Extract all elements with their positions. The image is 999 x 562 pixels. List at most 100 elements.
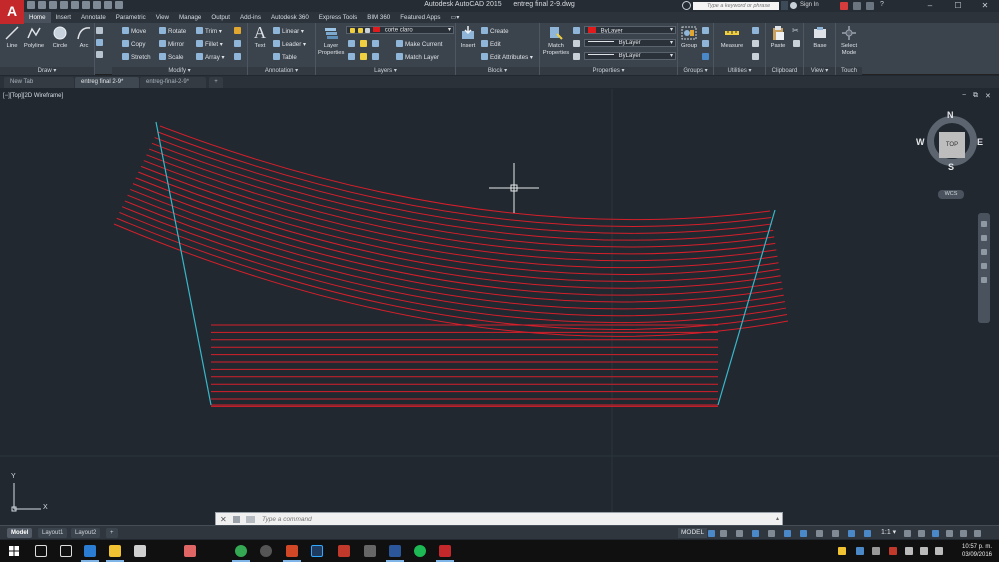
layer-tool-icon-3[interactable] bbox=[372, 40, 379, 47]
annotation-monitor-icon[interactable] bbox=[848, 530, 855, 537]
layer-tool-icon-1[interactable] bbox=[348, 40, 355, 47]
stay-connected-icon[interactable] bbox=[866, 2, 874, 10]
group-selection-icon[interactable] bbox=[702, 53, 709, 60]
layer-tool-icon-2[interactable] bbox=[360, 40, 367, 47]
help-icon[interactable]: ? bbox=[880, 1, 884, 8]
offset-icon[interactable] bbox=[234, 53, 241, 60]
tab-output[interactable]: Output bbox=[206, 12, 235, 23]
touch-panel-label[interactable]: Touch bbox=[836, 67, 862, 75]
network-icon[interactable] bbox=[920, 547, 928, 555]
media-player-icon[interactable] bbox=[260, 545, 272, 557]
word-icon[interactable] bbox=[386, 545, 404, 562]
match-layer-button[interactable]: Match Layer bbox=[396, 53, 439, 62]
edge-icon[interactable] bbox=[81, 545, 99, 562]
properties-panel-label[interactable]: Properties ▾ bbox=[540, 67, 677, 75]
modify-panel-label[interactable]: Modify ▾ bbox=[112, 67, 247, 75]
group-button[interactable]: Group bbox=[679, 25, 699, 50]
task-view-icon[interactable] bbox=[35, 545, 47, 557]
search-button-icon[interactable] bbox=[781, 1, 788, 10]
isodraft-icon[interactable] bbox=[768, 530, 775, 537]
customization-menu-icon[interactable] bbox=[974, 530, 981, 537]
workspace-gear-icon[interactable] bbox=[904, 530, 911, 537]
recent-commands-button[interactable] bbox=[246, 516, 255, 523]
file-tab-entreg-final-2[interactable]: entreg-final-2-9* bbox=[140, 77, 206, 88]
tab-featured-apps[interactable]: Featured Apps bbox=[395, 12, 445, 23]
tab-parametric[interactable]: Parametric bbox=[111, 12, 151, 23]
block-panel-label[interactable]: Block ▾ bbox=[456, 67, 539, 75]
compass-east[interactable]: E bbox=[977, 137, 983, 147]
copy-button[interactable]: Copy bbox=[122, 40, 145, 49]
fillet-button[interactable]: Fillet ▾ bbox=[196, 40, 223, 49]
grid-icon[interactable] bbox=[708, 530, 715, 537]
compass-south[interactable]: S bbox=[948, 162, 954, 172]
tab-autodesk-360[interactable]: Autodesk 360 bbox=[266, 12, 314, 23]
layout-tab-layout1[interactable]: Layout1 bbox=[38, 528, 68, 538]
copy-clip-icon[interactable] bbox=[793, 40, 800, 47]
tab-express-tools[interactable]: Express Tools bbox=[314, 12, 362, 23]
clipboard-panel-label[interactable]: Clipboard bbox=[766, 67, 803, 75]
photoshop-icon[interactable] bbox=[311, 545, 323, 557]
object-snap-icon[interactable] bbox=[800, 530, 807, 537]
tray-icon-gray[interactable] bbox=[872, 547, 880, 555]
windows-start-icon[interactable] bbox=[9, 546, 19, 556]
tab-home[interactable]: Home bbox=[24, 12, 51, 23]
steering-wheel-icon[interactable] bbox=[981, 221, 987, 227]
layers-panel-label[interactable]: Layers ▾ bbox=[316, 67, 455, 75]
polyline-button[interactable]: Polyline bbox=[22, 25, 46, 50]
wcs-menu[interactable]: WCS bbox=[938, 190, 964, 199]
sign-in-button[interactable]: Sign In bbox=[800, 2, 819, 8]
edit-block-button[interactable]: Edit bbox=[481, 40, 501, 49]
group-edit-icon[interactable] bbox=[702, 40, 709, 47]
base-view-button[interactable]: Base bbox=[808, 25, 832, 50]
stretch-button[interactable]: Stretch bbox=[122, 53, 151, 62]
task-view-icon-2[interactable] bbox=[60, 545, 72, 557]
drawing-viewport[interactable]: [−][Top][2D Wireframe] − ⧉ ✕ TOP N S E W… bbox=[0, 89, 999, 524]
tab-add-ins[interactable]: Add-ins bbox=[235, 12, 266, 23]
tab-insert[interactable]: Insert bbox=[51, 12, 76, 23]
close-window-button[interactable]: ✕ bbox=[971, 0, 999, 12]
polar-icon[interactable] bbox=[752, 530, 759, 537]
viewport-close-button[interactable]: ✕ bbox=[985, 92, 991, 100]
mirror-button[interactable]: Mirror bbox=[159, 40, 184, 49]
hardware-acceleration-icon[interactable] bbox=[946, 530, 953, 537]
object-snap-tracking-icon[interactable] bbox=[784, 530, 791, 537]
file-tab-entreg-final[interactable]: entreg final 2-9* bbox=[75, 77, 139, 88]
trim-button[interactable]: Trim ▾ bbox=[196, 27, 222, 36]
store-icon[interactable] bbox=[134, 545, 146, 557]
text-button[interactable]: A Text bbox=[250, 24, 270, 50]
red-curve[interactable] bbox=[116, 217, 788, 330]
viewcube[interactable]: TOP N S E W bbox=[916, 110, 983, 172]
leader-button[interactable]: Leader ▾ bbox=[273, 40, 306, 49]
minimize-button[interactable]: – bbox=[916, 0, 944, 12]
close-command-line-icon[interactable]: ✕ bbox=[220, 515, 227, 524]
tab-view[interactable]: View bbox=[151, 12, 174, 23]
file-tab-new[interactable]: New Tab bbox=[4, 77, 74, 88]
circle-button[interactable]: Circle bbox=[48, 25, 72, 50]
linear-dimension-button[interactable]: Linear ▾ bbox=[273, 27, 304, 36]
rotate-button[interactable]: Rotate bbox=[159, 27, 186, 36]
quick-select-icon[interactable] bbox=[752, 27, 759, 34]
model-space-button[interactable]: MODEL bbox=[678, 528, 708, 538]
create-block-button[interactable]: Create bbox=[481, 27, 509, 36]
linetype-dropdown[interactable]: ByLayer ▾ bbox=[584, 39, 676, 47]
new-layout-button[interactable]: + bbox=[106, 528, 118, 538]
viewport-minimize-button[interactable]: − bbox=[962, 92, 966, 99]
tray-icon-blue[interactable] bbox=[856, 547, 864, 555]
annotation-panel-label[interactable]: Annotation ▾ bbox=[248, 67, 315, 75]
make-current-button[interactable]: Make Current bbox=[396, 40, 442, 49]
paste-button[interactable]: Paste bbox=[768, 25, 788, 50]
chrome-icon[interactable] bbox=[232, 545, 250, 562]
rectangle-icon-2[interactable] bbox=[96, 27, 103, 34]
array-button[interactable]: Array ▾ bbox=[196, 53, 225, 62]
viewport-restore-button[interactable]: ⧉ bbox=[973, 92, 978, 100]
layer-tool-icon-6[interactable] bbox=[372, 53, 379, 60]
viewport-controls-label[interactable]: [−][Top][2D Wireframe] bbox=[3, 93, 63, 99]
ribbon-minimize-toggle[interactable]: ▭▾ bbox=[446, 12, 465, 23]
command-input[interactable] bbox=[262, 514, 762, 524]
autocad-taskbar-icon[interactable] bbox=[436, 545, 454, 562]
add-icon[interactable] bbox=[918, 530, 925, 537]
match-properties-button[interactable]: Match Properties bbox=[542, 25, 570, 57]
system-clock[interactable]: 10:57 p. m. 03/09/2016 bbox=[955, 543, 999, 559]
tab-bim-360[interactable]: BIM 360 bbox=[362, 12, 395, 23]
edit-attributes-button[interactable]: Edit Attributes ▾ bbox=[481, 53, 533, 62]
